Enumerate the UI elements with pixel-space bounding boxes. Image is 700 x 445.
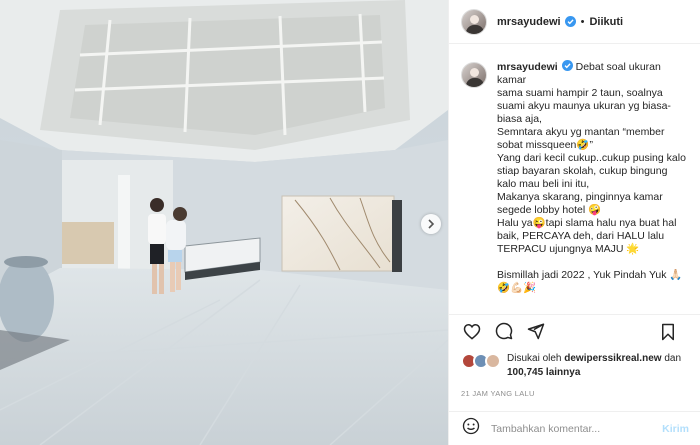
share-icon [527,322,545,345]
comment-button[interactable] [493,322,515,345]
caption-line: kalo mau beli ini itu, [497,178,590,190]
caption-line: baik, PERCAYA deh, dari HALU lalu [497,230,665,242]
smiley-icon [462,417,480,440]
username-link[interactable]: mrsayudewi [497,16,561,28]
likes-and: dan [664,353,682,364]
caption-area: mrsayudewi Debat soal ukuran kamar sama … [449,44,700,314]
caption-line: stiap bayaran skolah, cukup bingung [497,165,668,177]
caption-line: TERPACU ujungnya MAJU 🌟 [497,243,640,255]
post-timestamp[interactable]: 21 JAM YANG LALU [461,389,535,398]
heart-icon [463,323,481,345]
caption-line: Semntara akyu yg mantan “member [497,126,665,138]
caption-username[interactable]: mrsayudewi [497,61,558,73]
post-actions-bar [449,314,700,352]
caption-line: sobat missqueen🤣” [497,139,593,151]
caption-line: suami akyu maunya ukuran yg biasa- [497,100,671,112]
separator-dot: • [580,15,585,28]
emoji-button[interactable] [461,417,481,440]
chevron-right-icon [427,219,435,229]
liker-username-link[interactable]: dewiperssikreal.new [564,353,661,364]
avatar [485,353,501,369]
likes-summary: Disukai oleh dewiperssikreal.new dan 100… [461,352,693,380]
post-comment-button[interactable]: Kirim [662,423,689,435]
post-details-panel: mrsayudewi • Diikuti mrsayudewi Debat so… [448,0,700,445]
avatar[interactable] [461,62,487,88]
room-photo-illustration [0,0,448,445]
caption-line: Bismillah jadi 2022 , Yuk Pindah Yuk 🙏🏻 [497,269,683,281]
follow-status-button[interactable]: Diikuti [589,16,623,28]
caption-line: Makanya skarang, pinginnya kamar [497,191,663,203]
caption-line: Yang dari kecil cukup..cukup pusing kalo [497,152,686,164]
caption-line: sama suami hampir 2 taun, soalnya [497,87,663,99]
comment-icon [495,322,513,345]
caption-text: mrsayudewi Debat soal ukuran kamar sama … [497,60,687,314]
like-button[interactable] [461,323,483,345]
caption-line: segede lobby hotel 🤪 [497,204,602,216]
verified-badge-icon [561,60,573,71]
verified-badge-icon [564,16,576,27]
comment-box: Kirim [449,411,700,445]
likes-prefix: Disukai oleh [507,353,562,364]
caption-line: Halu ya😜tapi slama halu nya buat hal [497,217,677,229]
save-button[interactable] [657,323,679,345]
comment-input[interactable] [491,422,641,435]
next-photo-button[interactable] [421,214,441,234]
liker-avatars[interactable] [461,352,505,370]
caption-line: biasa aja, [497,113,542,125]
likes-text: Disukai oleh dewiperssikreal.new dan 100… [507,352,681,380]
post-photo[interactable] [0,0,448,445]
caption-line: 🤣💪🏻🎉 [497,282,537,294]
avatar[interactable] [461,8,487,35]
bookmark-icon [660,323,676,346]
share-button[interactable] [525,323,547,345]
likes-count-link[interactable]: 100,745 lainnya [507,367,580,378]
post-header: mrsayudewi • Diikuti [449,0,700,44]
